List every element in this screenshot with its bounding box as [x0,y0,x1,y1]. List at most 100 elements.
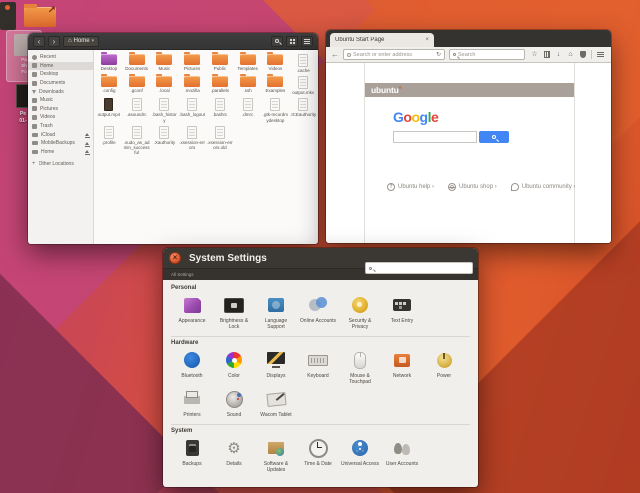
eject-button[interactable] [84,150,90,156]
settings-tile-bluetooth[interactable]: Bluetooth [171,349,213,385]
ff-downloads-button[interactable]: ↓ [553,49,564,61]
file-item[interactable]: .profile [95,125,123,156]
link-shop[interactable]: Ubuntu shop › [448,183,497,191]
settings-tile-universal-access[interactable]: Universal Access [339,437,381,473]
file-item[interactable]: Music [151,52,179,73]
menu-button[interactable] [301,35,313,47]
file-item[interactable]: Desktop [95,52,123,73]
sidebar-item-trash[interactable]: Trash [28,122,93,131]
eject-button[interactable] [84,133,90,139]
sidebar-item-mobilebackups[interactable]: MobileBackups [28,139,93,148]
tab-close-button[interactable]: × [425,37,429,43]
file-item[interactable]: .ICEauthority [289,98,317,122]
desktop-icon-shared-folder[interactable]: ↗ [24,4,58,30]
ff-home-button[interactable]: ⌂ [565,49,576,61]
file-item[interactable]: .parallels [206,74,234,95]
file-item[interactable]: .mozilla [178,74,206,95]
link-help[interactable]: Ubuntu help › [387,183,434,191]
settings-tile-security-privacy[interactable]: Security & Privacy [339,294,381,330]
search-button[interactable] [271,35,283,47]
tab-ubuntu-start-page[interactable]: Ubuntu Start Page × [330,33,434,47]
ff-bookmark-star-button[interactable]: ☆ [529,49,540,61]
settings-tile-time-date[interactable]: Time & Date [297,437,339,473]
file-item[interactable]: .gconf [123,74,151,95]
settings-tile-backups[interactable]: Backups [171,437,213,473]
file-item[interactable]: Documents [123,52,151,73]
file-item[interactable]: Public [206,52,234,73]
file-item[interactable]: .asoundrc [123,98,151,122]
file-icon [214,125,225,139]
file-item[interactable]: .config [95,74,123,95]
settings-tile-user-accounts[interactable]: User Accounts [381,437,423,473]
settings-tile-brightness-lock[interactable]: Brightness & Lock [213,294,255,330]
settings-tile-details[interactable]: Details [213,437,255,473]
forward-button[interactable]: › [48,35,60,47]
file-item[interactable]: output.mkv [289,76,317,95]
file-item[interactable]: .gtk-recordmydesktop [262,98,290,123]
google-search-button[interactable] [479,131,509,143]
settings-tile-label: Mouse & Touchpad [349,373,371,385]
browser-back-button[interactable]: ← [331,50,339,59]
file-item[interactable]: .xsession-errors.old [206,125,234,156]
ff-shield-button[interactable] [577,49,588,61]
sidebar-item-videos[interactable]: Videos [28,113,93,122]
sidebar-item-music[interactable]: Music [28,96,93,105]
file-item[interactable]: .cache [289,54,317,73]
file-item[interactable]: .ssh [234,74,262,95]
file-item[interactable]: .bash_history [151,98,179,123]
settings-tile-color[interactable]: Color [213,349,255,385]
file-item[interactable]: Examples [262,74,290,95]
sidebar-item-home[interactable]: Home [28,61,93,71]
close-button[interactable]: × [169,252,181,264]
web-search-input[interactable] [458,51,521,58]
sidebar-item-pictures[interactable]: Pictures [28,105,93,114]
sidebar-item-recent[interactable]: Recent [28,53,93,62]
file-item[interactable]: .xsession-errors [178,125,206,156]
file-item[interactable]: .local [151,74,179,95]
google-search-input[interactable] [393,131,477,143]
url-bar[interactable]: ↻ [343,49,445,60]
settings-tile-wacom-tablet[interactable]: Wacom Tablet [255,388,297,418]
settings-tile-sound[interactable]: Sound [213,388,255,418]
back-button[interactable]: ‹ [33,35,45,47]
sidebar-item-desktop[interactable]: Desktop [28,70,93,79]
search-bar[interactable] [449,49,525,60]
settings-tile-language-support[interactable]: Language Support [255,294,297,330]
file-item[interactable]: .bashrc [206,98,234,122]
file-item[interactable]: .sudo_as_admin_successful [123,125,151,156]
view-grid-button[interactable] [286,35,298,47]
file-item[interactable]: Videos [262,52,290,73]
settings-tile-appearance[interactable]: Appearance [171,294,213,330]
sidebar-item-icloud[interactable]: iCloud [28,130,93,139]
reload-icon[interactable]: ↻ [436,52,441,58]
settings-tile-text-entry[interactable]: Text Entry [381,294,423,330]
settings-search-field[interactable] [365,262,473,274]
path-bar[interactable]: ⌂ Home ▾ [63,35,100,47]
ff-library-button[interactable] [541,49,552,61]
settings-tile-displays[interactable]: Displays [255,349,297,385]
settings-tile-mouse-touchpad[interactable]: Mouse & Touchpad [339,349,381,385]
file-item[interactable]: .bash_logout [178,98,206,122]
settings-tile-printers[interactable]: Printers [171,388,213,418]
settings-tile-network[interactable]: Network [381,349,423,385]
sidebar-item-home-disk[interactable]: Home [28,148,93,157]
link-community[interactable]: Ubuntu community › [510,183,575,191]
file-item[interactable]: .dmrc [234,98,262,122]
sidebar-item-other-locations[interactable]: + Other Locations [28,160,93,169]
sidebar-item-documents[interactable]: Documents [28,79,93,88]
file-item[interactable]: Pictures [178,52,206,73]
settings-search-input[interactable] [374,265,469,271]
url-input[interactable] [353,51,434,58]
file-item[interactable]: Templates [234,52,262,73]
all-settings-button[interactable]: All Settings [171,272,194,277]
eject-button[interactable] [84,141,90,147]
settings-tile-software-updates[interactable]: Software & Updates [255,437,297,473]
sidebar-item-downloads[interactable]: Downloads [28,87,93,96]
settings-tile-keyboard[interactable]: Keyboard [297,349,339,385]
settings-tile-power[interactable]: Power [423,349,465,385]
file-item[interactable]: .Xauthority [151,125,179,156]
file-item[interactable]: output.mp4 [95,98,123,122]
settings-tile-online-accounts[interactable]: Online Accounts [297,294,339,330]
desktop-icon-thumbnail[interactable] [0,2,16,30]
ff-menu-button[interactable] [595,49,606,61]
